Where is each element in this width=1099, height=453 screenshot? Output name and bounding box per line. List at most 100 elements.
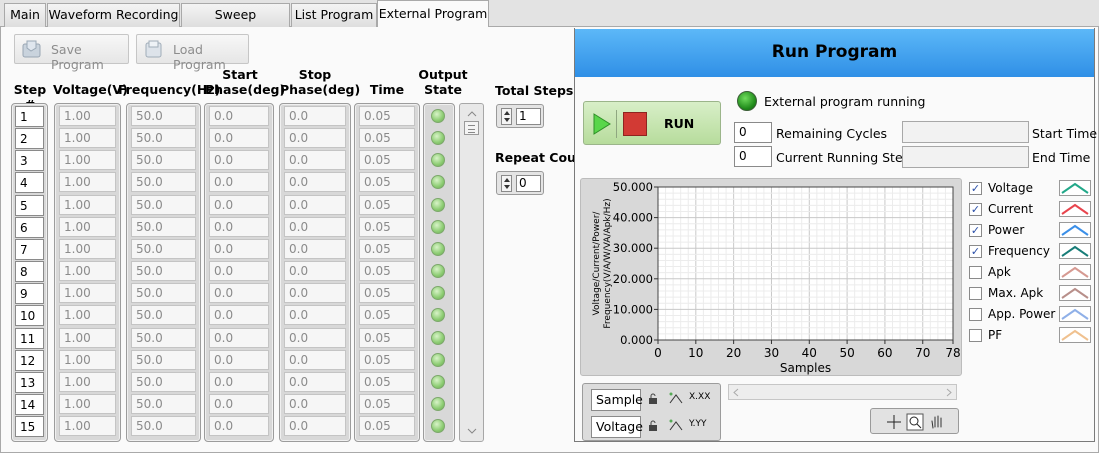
stop-phase-cell[interactable]: 0.0 — [284, 217, 346, 237]
time-cell[interactable]: 0.05 — [359, 328, 415, 348]
frequency-cell[interactable]: 50.0 — [131, 261, 196, 281]
voltage-cell[interactable]: 1.00 — [59, 172, 116, 192]
start-phase-cell[interactable]: 0.0 — [209, 328, 269, 348]
legend-swatch[interactable] — [1059, 201, 1091, 217]
time-cell[interactable]: 0.05 — [359, 239, 415, 259]
x-format-icon[interactable]: X.XX — [689, 392, 710, 402]
start-phase-cell[interactable]: 0.0 — [209, 150, 269, 170]
start-phase-cell[interactable]: 0.0 — [209, 305, 269, 325]
stop-phase-cell[interactable]: 0.0 — [284, 394, 346, 414]
frequency-cell[interactable]: 50.0 — [131, 328, 196, 348]
time-cell[interactable]: 0.05 — [359, 350, 415, 370]
legend-checkbox[interactable] — [969, 329, 982, 342]
voltage-cell[interactable]: 1.00 — [59, 305, 116, 325]
repeat-count-value[interactable]: 0 — [516, 175, 541, 192]
time-cell[interactable]: 0.05 — [359, 394, 415, 414]
voltage-cell[interactable]: 1.00 — [59, 195, 116, 215]
time-cell[interactable]: 0.05 — [359, 195, 415, 215]
legend-checkbox[interactable] — [969, 308, 982, 321]
run-button[interactable]: RUN — [583, 101, 721, 145]
legend-swatch[interactable] — [1059, 222, 1091, 238]
start-phase-cell[interactable]: 0.0 — [209, 283, 269, 303]
start-phase-cell[interactable]: 0.0 — [209, 128, 269, 148]
x-autoscale-icon[interactable] — [667, 391, 685, 405]
total-steps-control[interactable]: 1 — [496, 104, 544, 128]
stop-phase-cell[interactable]: 0.0 — [284, 106, 346, 126]
repeat-count-stepper[interactable] — [501, 175, 512, 192]
stop-phase-cell[interactable]: 0.0 — [284, 416, 346, 436]
tab-main[interactable]: Main — [4, 3, 46, 27]
stop-phase-cell[interactable]: 0.0 — [284, 350, 346, 370]
legend-checkbox[interactable] — [969, 266, 982, 279]
total-steps-value[interactable]: 1 — [516, 108, 541, 125]
start-phase-cell[interactable]: 0.0 — [209, 195, 269, 215]
pan-hand-icon[interactable] — [928, 413, 946, 431]
legend-checkbox[interactable]: ✓ — [969, 182, 982, 195]
stop-phase-cell[interactable]: 0.0 — [284, 283, 346, 303]
frequency-cell[interactable]: 50.0 — [131, 150, 196, 170]
time-cell[interactable]: 0.05 — [359, 106, 415, 126]
frequency-cell[interactable]: 50.0 — [131, 416, 196, 436]
voltage-cell[interactable]: 1.00 — [59, 372, 116, 392]
total-steps-stepper[interactable] — [501, 108, 512, 125]
repeat-count-control[interactable]: 0 — [496, 171, 544, 195]
table-scrollbar[interactable] — [459, 103, 484, 442]
y-format-icon[interactable]: Y.YY — [689, 419, 707, 429]
y-lock-icon[interactable] — [647, 420, 659, 432]
voltage-cell[interactable]: 1.00 — [59, 128, 116, 148]
load-program-button[interactable]: Load Program — [136, 34, 249, 72]
frequency-cell[interactable]: 50.0 — [131, 239, 196, 259]
legend-swatch[interactable] — [1059, 306, 1091, 322]
legend-checkbox[interactable] — [969, 287, 982, 300]
voltage-cell[interactable]: 1.00 — [59, 150, 116, 170]
voltage-cell[interactable]: 1.00 — [59, 217, 116, 237]
tab-external-program[interactable]: External Program — [377, 0, 489, 28]
time-cell[interactable]: 0.05 — [359, 150, 415, 170]
start-phase-cell[interactable]: 0.0 — [209, 239, 269, 259]
start-phase-cell[interactable]: 0.0 — [209, 261, 269, 281]
legend-swatch[interactable] — [1059, 243, 1091, 259]
scroll-up-icon[interactable] — [467, 110, 477, 118]
voltage-cell[interactable]: 1.00 — [59, 394, 116, 414]
legend-swatch[interactable] — [1059, 285, 1091, 301]
frequency-cell[interactable]: 50.0 — [131, 305, 196, 325]
y-autoscale-icon[interactable] — [667, 418, 685, 432]
legend-swatch[interactable] — [1059, 264, 1091, 280]
stop-phase-cell[interactable]: 0.0 — [284, 305, 346, 325]
tab-sweep-operation[interactable]: Sweep Operation — [181, 3, 290, 44]
voltage-cell[interactable]: 1.00 — [59, 350, 116, 370]
start-phase-cell[interactable]: 0.0 — [209, 416, 269, 436]
frequency-cell[interactable]: 50.0 — [131, 283, 196, 303]
stop-phase-cell[interactable]: 0.0 — [284, 195, 346, 215]
legend-swatch[interactable] — [1059, 327, 1091, 343]
waveform-chart[interactable]: 0 10 20 30 40 50 60 70 78 0.000 10.000 20.000 30.000… — [580, 178, 962, 376]
tab-list-program[interactable]: List Program — [291, 3, 377, 27]
stop-phase-cell[interactable]: 0.0 — [284, 150, 346, 170]
frequency-cell[interactable]: 50.0 — [131, 394, 196, 414]
voltage-cell[interactable]: 1.00 — [59, 106, 116, 126]
time-cell[interactable]: 0.05 — [359, 261, 415, 281]
scroll-down-icon[interactable] — [467, 427, 477, 435]
legend-checkbox[interactable]: ✓ — [969, 203, 982, 216]
start-phase-cell[interactable]: 0.0 — [209, 106, 269, 126]
frequency-cell[interactable]: 50.0 — [131, 172, 196, 192]
start-phase-cell[interactable]: 0.0 — [209, 172, 269, 192]
time-cell[interactable]: 0.05 — [359, 128, 415, 148]
legend-checkbox[interactable]: ✓ — [969, 224, 982, 237]
time-cell[interactable]: 0.05 — [359, 172, 415, 192]
voltage-cell[interactable]: 1.00 — [59, 239, 116, 259]
frequency-cell[interactable]: 50.0 — [131, 372, 196, 392]
voltage-cell[interactable]: 1.00 — [59, 261, 116, 281]
scroll-left-icon[interactable] — [732, 388, 740, 397]
zoom-icon[interactable] — [906, 413, 924, 431]
voltage-cell[interactable]: 1.00 — [59, 283, 116, 303]
start-phase-cell[interactable]: 0.0 — [209, 350, 269, 370]
stop-phase-cell[interactable]: 0.0 — [284, 172, 346, 192]
time-cell[interactable]: 0.05 — [359, 217, 415, 237]
start-phase-cell[interactable]: 0.0 — [209, 372, 269, 392]
start-phase-cell[interactable]: 0.0 — [209, 217, 269, 237]
frequency-cell[interactable]: 50.0 — [131, 350, 196, 370]
frequency-cell[interactable]: 50.0 — [131, 128, 196, 148]
stop-phase-cell[interactable]: 0.0 — [284, 261, 346, 281]
frequency-cell[interactable]: 50.0 — [131, 106, 196, 126]
